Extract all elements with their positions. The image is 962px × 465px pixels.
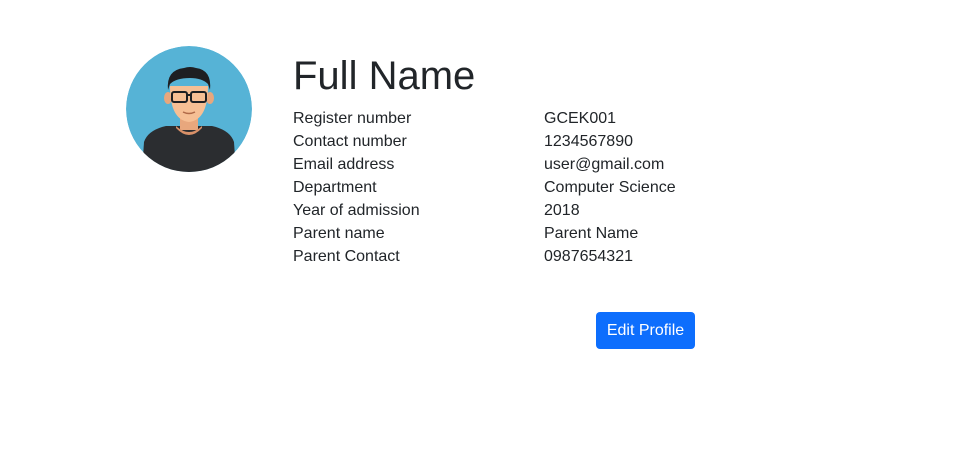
detail-row-email-address: Email address user@gmail.com — [293, 153, 713, 176]
profile-details: Register number GCEK001 Contact number 1… — [293, 107, 713, 268]
detail-value: 2018 — [544, 202, 580, 219]
detail-label: Parent name — [293, 225, 385, 242]
detail-row-department: Department Computer Science — [293, 176, 713, 199]
detail-value: user@gmail.com — [544, 156, 665, 173]
detail-value: 1234567890 — [544, 133, 633, 150]
edit-profile-button[interactable]: Edit Profile — [596, 312, 695, 349]
profile-page: Full Name Register number GCEK001 Contac… — [0, 0, 962, 465]
detail-row-year-of-admission: Year of admission 2018 — [293, 199, 713, 222]
detail-label: Parent Contact — [293, 248, 400, 265]
detail-row-parent-name: Parent name Parent Name — [293, 222, 713, 245]
detail-row-contact-number: Contact number 1234567890 — [293, 130, 713, 153]
detail-value: 0987654321 — [544, 248, 633, 265]
user-avatar-icon — [126, 46, 252, 172]
detail-label: Department — [293, 179, 377, 196]
detail-value: Computer Science — [544, 179, 676, 196]
detail-label: Year of admission — [293, 202, 420, 219]
detail-label: Register number — [293, 110, 412, 127]
detail-label: Email address — [293, 156, 395, 173]
profile-name: Full Name — [293, 54, 476, 98]
detail-value: Parent Name — [544, 225, 639, 242]
detail-row-parent-contact: Parent Contact 0987654321 — [293, 245, 713, 268]
detail-row-register-number: Register number GCEK001 — [293, 107, 713, 130]
detail-value: GCEK001 — [544, 110, 617, 127]
detail-label: Contact number — [293, 133, 407, 150]
